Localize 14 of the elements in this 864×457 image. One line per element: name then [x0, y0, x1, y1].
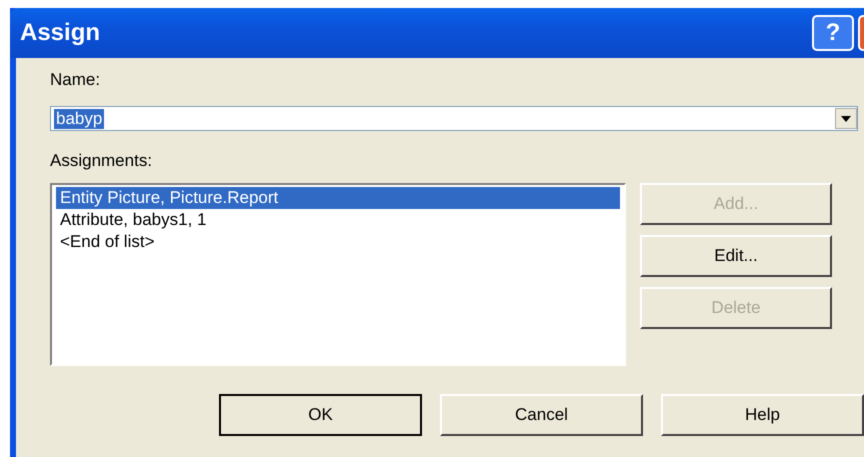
- list-item[interactable]: <End of list>: [56, 231, 620, 253]
- field-label: Name:: [50, 70, 100, 90]
- help-button[interactable]: ?: [812, 15, 854, 51]
- caret-icon: [841, 116, 851, 122]
- dropdown-button[interactable]: [835, 108, 857, 129]
- window-title: Assign: [20, 19, 102, 47]
- dialog-button[interactable]: Help: [661, 394, 864, 436]
- list-label: Assignments:: [50, 151, 152, 171]
- name-combo-box[interactable]: babyp: [50, 106, 858, 131]
- dialog-button[interactable]: Edit...: [640, 235, 832, 277]
- list-item[interactable]: Entity Picture, Picture.Report: [56, 187, 620, 209]
- dialog-button[interactable]: Cancel: [440, 394, 643, 436]
- dialog-button[interactable]: OK: [219, 394, 422, 436]
- list-item[interactable]: Attribute, babys1, 1: [56, 209, 620, 231]
